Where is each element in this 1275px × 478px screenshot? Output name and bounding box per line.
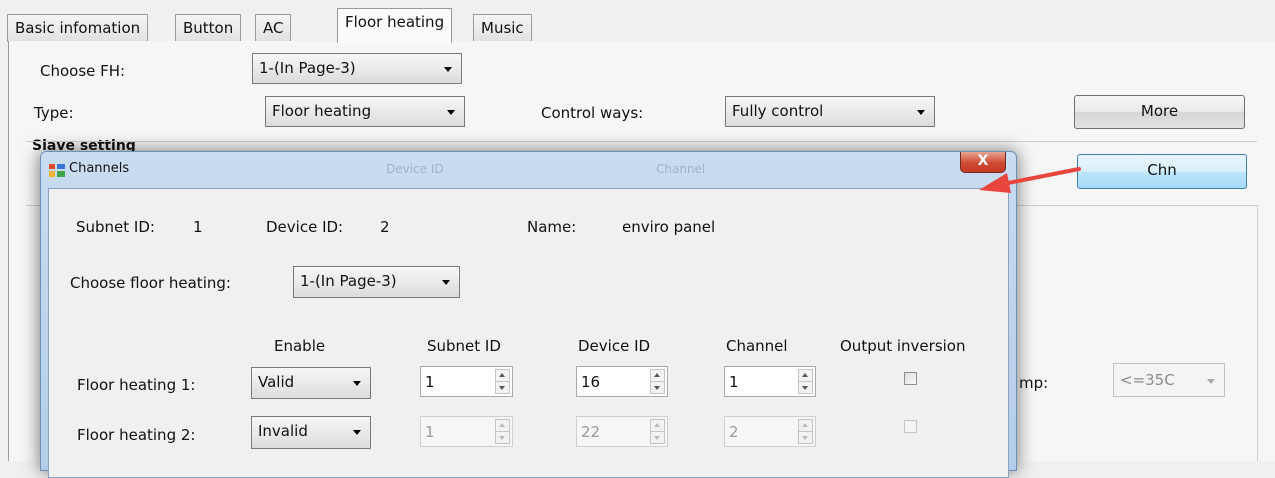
column-subnet-id: Subnet ID [427, 337, 501, 355]
spin-up-icon[interactable] [499, 373, 505, 377]
device-id-label: Device ID: [266, 218, 344, 236]
type-select[interactable]: Floor heating [265, 96, 465, 127]
temp-select[interactable]: <=35C [1113, 363, 1225, 397]
row-2-subnet-id-stepper[interactable]: 1 [420, 416, 513, 447]
row-1-enable-value: Valid [258, 373, 295, 391]
spin-down-icon[interactable] [499, 386, 505, 390]
chevron-down-icon [442, 280, 450, 285]
name-label: Name: [527, 218, 577, 236]
tab-bar: Basic infomation Button AC Floor heating… [7, 8, 1275, 43]
tab-button[interactable]: Button [175, 14, 242, 42]
subnet-id-label: Subnet ID: [76, 218, 155, 236]
control-ways-value: Fully control [732, 102, 824, 120]
chevron-down-icon [917, 110, 925, 115]
choose-floor-heating-label: Choose floor heating: [70, 274, 231, 292]
spin-buttons[interactable] [798, 419, 813, 444]
row-1-label: Floor heating 1: [77, 376, 196, 394]
spin-divider [799, 381, 812, 382]
choose-floor-heating-select[interactable]: 1-(In Page-3) [293, 266, 460, 298]
tab-floor-heating[interactable]: Floor heating [337, 8, 453, 43]
spin-buttons[interactable] [798, 369, 813, 394]
column-device-id: Device ID [578, 337, 651, 355]
spin-up-icon[interactable] [499, 423, 505, 427]
ghost-device-id-label: Device ID [386, 162, 444, 176]
row-1-enable-select[interactable]: Valid [251, 367, 371, 399]
row-1-channel-stepper[interactable]: 1 [724, 366, 816, 397]
spin-down-icon[interactable] [802, 386, 808, 390]
spin-divider [799, 431, 812, 432]
row-1-device-id-value: 16 [581, 373, 601, 391]
control-ways-select[interactable]: Fully control [725, 96, 935, 127]
tab-basic-information[interactable]: Basic infomation [7, 14, 149, 42]
spin-down-icon[interactable] [654, 436, 660, 440]
row-2-output-inversion-checkbox[interactable] [904, 420, 917, 433]
spin-down-icon[interactable] [802, 436, 808, 440]
spin-up-icon[interactable] [802, 423, 808, 427]
ghost-channel-label: Channel [656, 162, 706, 176]
chevron-down-icon [447, 110, 455, 115]
choose-fh-label: Choose FH: [40, 62, 126, 80]
row-1-output-inversion-checkbox[interactable] [904, 372, 917, 385]
spin-up-icon[interactable] [654, 423, 660, 427]
spin-buttons[interactable] [650, 419, 665, 444]
spin-divider [651, 381, 664, 382]
row-2-device-id-stepper[interactable]: 22 [576, 416, 668, 447]
choose-fh-select[interactable]: 1-(In Page-3) [252, 53, 462, 84]
choose-fh-value: 1-(In Page-3) [259, 59, 356, 77]
row-1-subnet-id-value: 1 [425, 373, 435, 391]
spin-buttons[interactable] [650, 369, 665, 394]
row-1-channel-value: 1 [729, 373, 739, 391]
type-value: Floor heating [272, 102, 372, 120]
more-button[interactable]: More [1074, 95, 1245, 129]
column-channel: Channel [726, 337, 788, 355]
device-id-value: 2 [380, 218, 390, 236]
spin-divider [651, 431, 664, 432]
control-ways-label: Control ways: [541, 104, 644, 122]
choose-floor-heating-value: 1-(In Page-3) [300, 272, 397, 290]
channels-dialog: Channels Device ID Channel X [40, 151, 1017, 478]
temp-label-partial: mp: [1019, 374, 1049, 392]
type-label: Type: [34, 104, 74, 122]
row-2-channel-value: 2 [729, 423, 739, 441]
row-2-enable-select[interactable]: Invalid [251, 416, 371, 449]
spin-up-icon[interactable] [802, 373, 808, 377]
chevron-down-icon [444, 67, 452, 72]
tab-music[interactable]: Music [473, 14, 532, 42]
tab-ac[interactable]: AC [255, 14, 292, 42]
annotation-arrow-icon [979, 167, 1081, 193]
column-output-inversion: Output inversion [840, 337, 966, 355]
slave-setting-group-line [26, 141, 1257, 142]
name-value: enviro panel [622, 218, 716, 236]
subnet-id-value: 1 [193, 218, 203, 236]
chn-button[interactable]: Chn [1077, 154, 1247, 189]
spin-buttons[interactable] [495, 419, 510, 444]
row-2-label: Floor heating 2: [77, 426, 196, 444]
row-2-device-id-value: 22 [581, 423, 601, 441]
spin-down-icon[interactable] [499, 436, 505, 440]
spin-divider [496, 431, 509, 432]
column-enable: Enable [274, 337, 326, 355]
chevron-down-icon [353, 430, 361, 435]
chevron-down-icon [1207, 379, 1215, 384]
spin-divider [496, 381, 509, 382]
row-2-subnet-id-value: 1 [425, 423, 435, 441]
spin-buttons[interactable] [495, 369, 510, 394]
row-2-enable-value: Invalid [258, 422, 308, 440]
row-2-channel-stepper[interactable]: 2 [724, 416, 816, 447]
row-1-device-id-stepper[interactable]: 16 [576, 366, 668, 397]
window-icon [49, 164, 65, 177]
temp-value: <=35C [1120, 371, 1175, 389]
spin-down-icon[interactable] [654, 386, 660, 390]
dialog-titlebar[interactable]: Channels Device ID Channel X [41, 152, 1016, 188]
dialog-title: Channels [69, 161, 130, 176]
chevron-down-icon [353, 381, 361, 386]
row-1-subnet-id-stepper[interactable]: 1 [420, 366, 513, 397]
spin-up-icon[interactable] [654, 373, 660, 377]
mode-group-edge [1257, 205, 1258, 461]
